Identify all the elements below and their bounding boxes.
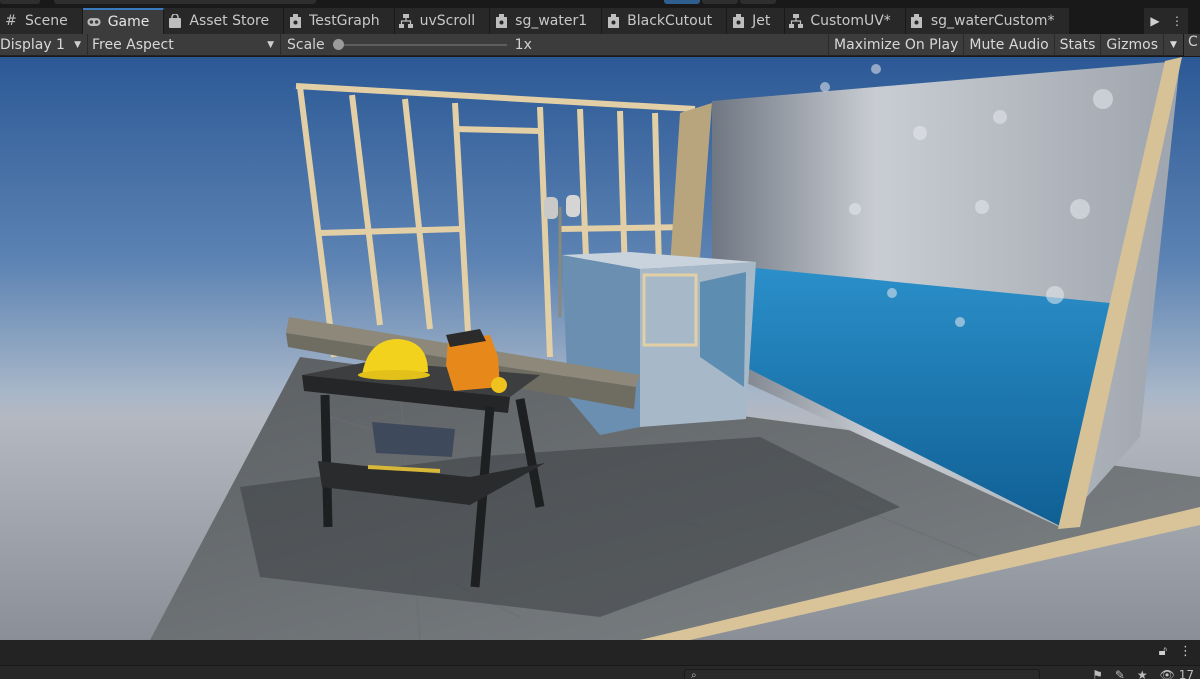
shader-graph-icon [606,14,620,28]
side-panel-label: C [1188,34,1198,50]
stats-toggle[interactable]: Stats [1053,33,1101,56]
toolbar-segment [54,0,316,4]
aspect-dropdown-value: Free Aspect [92,36,174,53]
tab-label: uvScroll [419,13,476,29]
gizmos-dropdown-button[interactable]: ▼ [1163,33,1183,56]
caret-down-icon: ▼ [74,39,81,50]
tab-overflow-controls: ▶ ⋮ [1144,8,1200,34]
shader-graph-icon [731,14,745,28]
tab-customuv[interactable]: CustomUV* [785,8,906,34]
visibility-eye-icon[interactable]: 👁︎ 17 [1160,668,1194,679]
scale-value: 1x [514,36,532,53]
label-filter-icon[interactable]: ✎ [1115,668,1125,679]
tab-uvscroll[interactable]: uvScroll [394,8,491,34]
tab-menu-button[interactable]: ⋮ [1166,8,1188,34]
play-button-remnant[interactable] [664,0,700,4]
tab-label: Game [107,14,150,30]
play-arrow-icon: ▶ [1150,14,1160,28]
lock-icon[interactable]: 🔓︎ [1159,644,1167,659]
scale-slider[interactable] [332,38,507,52]
hash-icon: # [5,13,17,29]
shader-graph-icon [494,14,508,28]
game-view-toolbar: Display 1 ▼ Free Aspect ▼ Scale 1x Maxim… [0,33,1200,56]
editor-tab-bar: # Scene Game Asset Store TestGraph uvScr… [0,8,1200,34]
tab-label: sg_waterCustom* [930,13,1055,29]
tab-testgraph[interactable]: TestGraph [284,8,395,34]
hard-hat-brim [358,370,430,380]
aspect-dropdown[interactable]: Free Aspect ▼ [88,33,281,56]
bottom-bar-icons: ⚑ ✎ ★ 👁︎ 17 [1092,668,1194,679]
mute-audio-toggle[interactable]: Mute Audio [963,33,1053,56]
tab-scroll-right-button[interactable]: ▶ [1144,8,1166,34]
maximize-on-play-label: Maximize On Play [834,36,959,53]
slider-thumb[interactable] [332,38,344,50]
caret-down-icon: ▼ [1170,39,1177,50]
step-button-remnant[interactable] [740,0,776,4]
kebab-menu-icon[interactable]: ⋮ [1179,644,1192,659]
tab-label: BlackCutout [627,13,713,29]
game-viewport[interactable] [0,57,1200,640]
gamepad-icon [87,15,101,29]
tab-label: Jet [752,13,771,29]
display-dropdown-value: Display 1 [0,36,65,53]
tab-asset-store[interactable]: Asset Store [164,8,285,34]
scale-control: Scale 1x [281,34,532,56]
side-panel-tab[interactable]: C [1183,34,1200,56]
caret-down-icon: ▼ [267,39,274,50]
panel-divider [1188,8,1200,34]
shader-graph-icon [910,14,924,28]
scale-label: Scale [287,36,325,53]
status-bar: 🔓︎ ⋮ [0,640,1200,665]
favorite-star-icon[interactable]: ★ [1137,668,1148,679]
node-graph-icon [398,14,413,28]
game-render [0,57,1200,640]
tab-game[interactable]: Game [82,8,165,34]
jigsaw-trigger [491,377,507,393]
tab-jet[interactable]: Jet [727,8,786,34]
tab-label: Asset Store [189,13,270,29]
hidden-count: 17 [1178,668,1194,679]
slider-track [332,43,507,46]
top-toolbar-remnant [0,0,1200,6]
tab-label: sg_water1 [515,13,588,29]
maximize-on-play-toggle[interactable]: Maximize On Play [828,33,963,56]
tab-sg-water1[interactable]: sg_water1 [490,8,603,34]
gizmos-toggle[interactable]: Gizmos [1100,33,1163,56]
tab-scene[interactable]: # Scene [0,8,83,34]
mute-audio-label: Mute Audio [969,36,1049,53]
project-search-input[interactable]: ⌕ [684,669,1040,679]
search-icon: ⌕ [691,670,697,679]
toolbar-segment [0,0,40,4]
tab-label: Scene [25,13,68,29]
shader-graph-icon [288,14,302,28]
tab-sg-watercustom[interactable]: sg_waterCustom* [905,8,1070,34]
pause-button-remnant[interactable] [702,0,738,4]
gizmos-label: Gizmos [1106,36,1158,53]
stats-label: Stats [1059,36,1096,53]
display-dropdown[interactable]: Display 1 ▼ [0,33,88,56]
kebab-menu-icon: ⋮ [1171,14,1183,28]
asset-type-filter-icon[interactable]: ⚑ [1092,668,1103,679]
shopping-bag-icon [168,14,182,28]
project-bottom-bar: ⌕ ⚑ ✎ ★ 👁︎ 17 [0,665,1200,679]
tab-label: TestGraph [309,13,380,29]
tab-blackcutout[interactable]: BlackCutout [602,8,728,34]
status-bar-controls: 🔓︎ ⋮ [1159,644,1192,659]
tab-label: CustomUV* [810,13,891,29]
node-graph-icon [789,14,804,28]
